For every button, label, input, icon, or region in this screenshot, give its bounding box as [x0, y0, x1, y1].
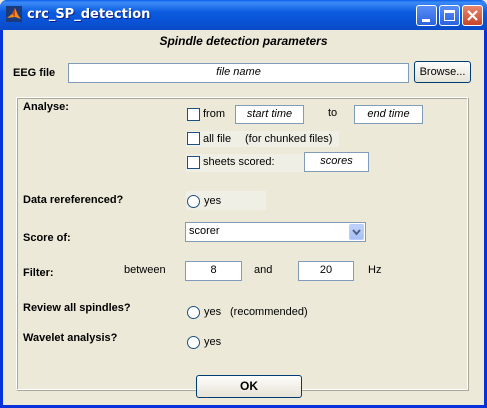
wavelet-yes-label: yes: [204, 336, 222, 348]
review-note: (recommended): [230, 306, 308, 318]
rereferenced-label: Data rereferenced?: [23, 194, 124, 206]
eeg-file-input[interactable]: file name: [68, 63, 409, 83]
eeg-file-label: EEG file: [13, 67, 56, 79]
from-label: from: [203, 108, 225, 120]
dialog-body: Spindle detection parameters EEG file fi…: [3, 30, 484, 405]
rereferenced-yes-radio[interactable]: [187, 195, 200, 208]
maximize-button[interactable]: [439, 5, 460, 26]
filter-low-input[interactable]: 8: [185, 261, 242, 281]
review-label: Review all spindles?: [23, 302, 131, 314]
filter-and-label: and: [254, 264, 273, 276]
filter-high-input[interactable]: 20: [298, 261, 354, 281]
window: crc_SP_detection Spindle detection param…: [0, 0, 487, 408]
end-time-input[interactable]: end time: [354, 105, 423, 124]
analyse-label: Analyse:: [23, 101, 69, 113]
rereferenced-yes-label: yes: [204, 195, 222, 207]
wavelet-yes-radio[interactable]: [187, 336, 200, 349]
scorer-dropdown-value: scorer: [189, 225, 220, 237]
titlebar[interactable]: crc_SP_detection: [0, 0, 487, 30]
ok-button[interactable]: OK: [196, 375, 302, 398]
review-yes-label: yes: [204, 306, 222, 318]
filter-unit-label: Hz: [368, 264, 382, 276]
chevron-down-icon: [352, 229, 361, 236]
matlab-icon: [6, 6, 22, 22]
wavelet-label: Wavelet analysis?: [23, 332, 118, 344]
dialog-heading: Spindle detection parameters: [159, 34, 328, 48]
sheets-scored-checkbox[interactable]: [187, 156, 200, 169]
window-title: crc_SP_detection: [27, 7, 151, 22]
all-file-note: (for chunked files): [245, 133, 333, 145]
dropdown-arrow-button[interactable]: [349, 224, 364, 240]
minimize-button[interactable]: [416, 5, 437, 26]
minimize-icon: [422, 19, 430, 22]
filter-label: Filter:: [23, 267, 54, 279]
from-checkbox[interactable]: [187, 108, 200, 121]
browse-button[interactable]: Browse...: [414, 61, 471, 83]
close-button[interactable]: [462, 5, 483, 26]
filter-between-label: between: [124, 264, 166, 276]
scores-input[interactable]: scores: [304, 152, 369, 172]
all-file-checkbox[interactable]: [187, 132, 200, 145]
all-file-label: all file: [203, 133, 232, 145]
close-icon: [467, 10, 478, 21]
maximize-icon: [444, 10, 455, 21]
to-label: to: [328, 107, 338, 119]
sheets-scored-label: sheets scored:: [203, 156, 275, 168]
score-of-label: Score of:: [23, 232, 71, 244]
start-time-input[interactable]: start time: [235, 105, 304, 124]
scorer-dropdown[interactable]: scorer: [185, 222, 366, 242]
review-yes-radio[interactable]: [187, 306, 200, 319]
